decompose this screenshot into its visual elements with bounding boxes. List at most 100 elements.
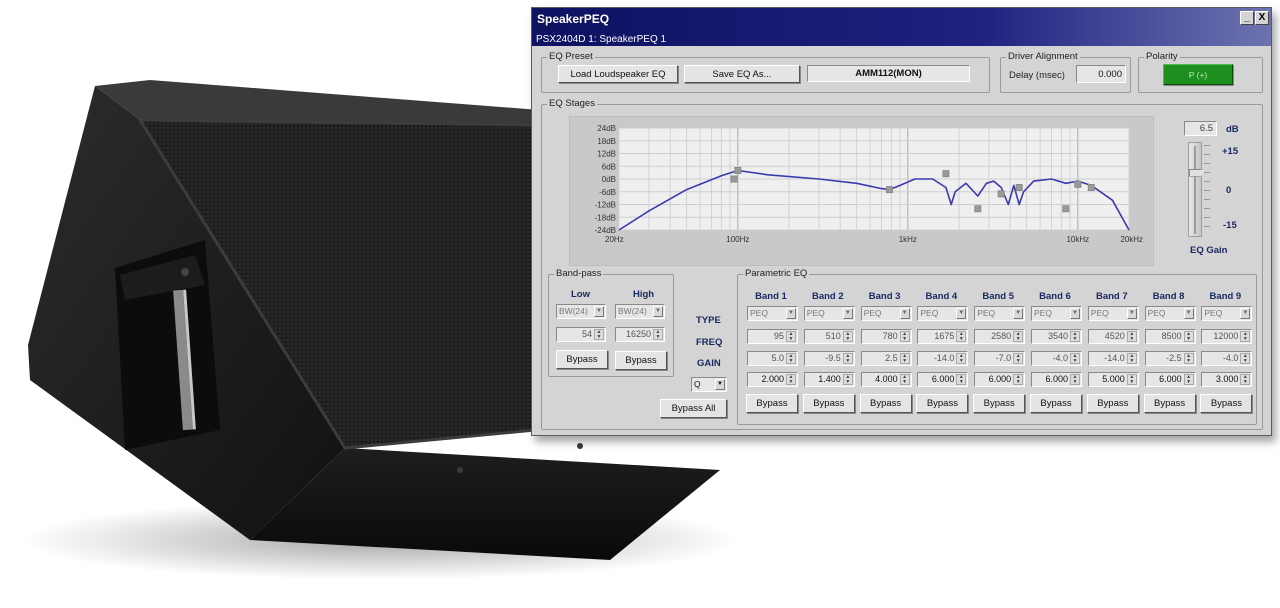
spinner-icon[interactable]: ▲ ▼ [786, 353, 796, 364]
band-q-input[interactable]: 4.000 ▲ ▼ [860, 372, 912, 387]
band-q-input[interactable]: 6.000 ▲ ▼ [1144, 372, 1196, 387]
chevron-down-icon[interactable]: ▼ [1070, 308, 1080, 319]
band-bypass-button[interactable]: Bypass [916, 394, 969, 413]
band-frequency-input[interactable]: 1675 ▲ ▼ [917, 329, 969, 344]
band-gain-input[interactable]: 5.0 ▲ ▼ [747, 351, 798, 366]
band-bypass-button[interactable]: Bypass [1200, 394, 1253, 413]
chevron-down-icon[interactable]: ▼ [899, 308, 910, 319]
band-frequency-input[interactable]: 3540 ▲ ▼ [1031, 329, 1082, 344]
band-gain-input[interactable]: -4.0 ▲ ▼ [1201, 351, 1253, 366]
band-q-input[interactable]: 5.000 ▲ ▼ [1087, 372, 1139, 387]
high-frequency-input[interactable]: 16250 ▲ ▼ [615, 327, 665, 342]
band-bypass-button[interactable]: Bypass [746, 394, 798, 413]
band-gain-input[interactable]: -14.0 ▲ ▼ [917, 351, 969, 366]
spinner-icon[interactable]: ▲ ▼ [1183, 374, 1194, 385]
band-frequency-input[interactable]: 12000 ▲ ▼ [1201, 329, 1253, 344]
spinner-icon[interactable]: ▲ ▼ [899, 374, 910, 385]
spinner-icon[interactable]: ▲ ▼ [786, 331, 796, 342]
chevron-down-icon[interactable]: ▼ [715, 379, 725, 390]
spinner-icon[interactable]: ▲ ▼ [653, 329, 663, 340]
band-frequency-input[interactable]: 510 ▲ ▼ [803, 329, 855, 344]
band-type-select[interactable]: PEQ ▼ [1201, 306, 1253, 321]
polarity-toggle[interactable]: P (+) [1163, 64, 1233, 85]
spinner-icon[interactable]: ▲ ▼ [899, 331, 910, 342]
spinner-icon[interactable]: ▲ ▼ [1126, 374, 1137, 385]
chevron-down-icon[interactable]: ▼ [956, 308, 967, 319]
delay-input[interactable]: 0.000 [1076, 65, 1126, 83]
chevron-down-icon[interactable]: ▼ [1013, 308, 1024, 319]
spinner-icon[interactable]: ▲ ▼ [1070, 353, 1080, 364]
low-filter-type-select[interactable]: BW(24) ▼ [556, 304, 606, 319]
band-gain-input[interactable]: -2.5 ▲ ▼ [1144, 351, 1196, 366]
band-gain-input[interactable]: -4.0 ▲ ▼ [1031, 351, 1082, 366]
band-q-input[interactable]: 6.000 ▲ ▼ [917, 372, 969, 387]
title-bar[interactable]: SpeakerPEQ PSX2404D 1: SpeakerPEQ 1 _ X [532, 8, 1271, 46]
band-bypass-button[interactable]: Bypass [1030, 394, 1082, 413]
bypass-all-button[interactable]: Bypass All [660, 399, 727, 418]
low-frequency-input[interactable]: 54 ▲ ▼ [556, 327, 606, 342]
spinner-icon[interactable]: ▲ ▼ [1013, 374, 1024, 385]
spinner-icon[interactable]: ▲ ▼ [842, 353, 853, 364]
band-bypass-button[interactable]: Bypass [1086, 394, 1139, 413]
spinner-icon[interactable]: ▲ ▼ [1126, 353, 1137, 364]
save-eq-as-button[interactable]: Save EQ As... [684, 65, 800, 83]
spinner-icon[interactable]: ▲ ▼ [1183, 331, 1194, 342]
spinner-icon[interactable]: ▲ ▼ [1183, 353, 1194, 364]
band-q-input[interactable]: 6.000 ▲ ▼ [1031, 372, 1082, 387]
chevron-down-icon[interactable]: ▼ [1126, 308, 1137, 319]
spinner-icon[interactable]: ▲ ▼ [1070, 331, 1080, 342]
chevron-down-icon[interactable]: ▼ [594, 306, 604, 317]
band-frequency-input[interactable]: 95 ▲ ▼ [747, 329, 798, 344]
spinner-icon[interactable]: ▲ ▼ [1240, 374, 1251, 385]
spinner-icon[interactable]: ▲ ▼ [956, 331, 967, 342]
band-q-input[interactable]: 6.000 ▲ ▼ [974, 372, 1026, 387]
band-gain-input[interactable]: -14.0 ▲ ▼ [1087, 351, 1139, 366]
band-type-select[interactable]: PEQ ▼ [917, 306, 969, 321]
band-type-select[interactable]: PEQ ▼ [974, 306, 1026, 321]
spinner-icon[interactable]: ▲ ▼ [842, 331, 853, 342]
chevron-down-icon[interactable]: ▼ [842, 308, 853, 319]
spinner-icon[interactable]: ▲ ▼ [594, 329, 604, 340]
spinner-icon[interactable]: ▲ ▼ [956, 353, 967, 364]
chevron-down-icon[interactable]: ▼ [1240, 308, 1251, 319]
band-q-input[interactable]: 2.000 ▲ ▼ [747, 372, 798, 387]
load-loudspeaker-eq-button[interactable]: Load Loudspeaker EQ [558, 65, 678, 83]
band-bypass-button[interactable]: Bypass [802, 394, 855, 413]
band-gain-input[interactable]: -7.0 ▲ ▼ [974, 351, 1026, 366]
eq-response-graph[interactable]: 24dB 18dB 12dB 6dB 0dB -6dB -12dB -18dB -24dB20H… [569, 116, 1154, 266]
spinner-icon[interactable]: ▲ ▼ [899, 353, 910, 364]
band-q-input[interactable]: 1.400 ▲ ▼ [803, 372, 855, 387]
band-gain-input[interactable]: -9.5 ▲ ▼ [803, 351, 855, 366]
spinner-icon[interactable]: ▲ ▼ [1070, 374, 1080, 385]
band-frequency-input[interactable]: 2580 ▲ ▼ [974, 329, 1026, 344]
spinner-icon[interactable]: ▲ ▼ [956, 374, 967, 385]
spinner-icon[interactable]: ▲ ▼ [1126, 331, 1137, 342]
band-bypass-button[interactable]: Bypass [973, 394, 1026, 413]
close-button[interactable]: X [1255, 11, 1269, 25]
low-bypass-button[interactable]: Bypass [556, 350, 608, 369]
spinner-icon[interactable]: ▲ ▼ [1013, 353, 1024, 364]
band-type-select[interactable]: PEQ ▼ [747, 306, 798, 321]
chevron-down-icon[interactable]: ▼ [653, 306, 663, 317]
minimize-button[interactable]: _ [1240, 11, 1254, 25]
spinner-icon[interactable]: ▲ ▼ [1240, 353, 1251, 364]
band-type-select[interactable]: PEQ ▼ [1087, 306, 1139, 321]
chevron-down-icon[interactable]: ▼ [1183, 308, 1194, 319]
q-mode-select[interactable]: Q ▼ [691, 377, 727, 392]
band-frequency-input[interactable]: 8500 ▲ ▼ [1144, 329, 1196, 344]
eq-gain-value[interactable]: 6.5 [1184, 121, 1217, 136]
eq-gain-slider[interactable] [1188, 142, 1205, 237]
band-type-select[interactable]: PEQ ▼ [1031, 306, 1082, 321]
band-frequency-input[interactable]: 780 ▲ ▼ [860, 329, 912, 344]
spinner-icon[interactable]: ▲ ▼ [1240, 331, 1251, 342]
band-q-input[interactable]: 3.000 ▲ ▼ [1201, 372, 1253, 387]
spinner-icon[interactable]: ▲ ▼ [842, 374, 853, 385]
band-type-select[interactable]: PEQ ▼ [803, 306, 855, 321]
high-bypass-button[interactable]: Bypass [615, 351, 667, 370]
spinner-icon[interactable]: ▲ ▼ [786, 374, 796, 385]
band-frequency-input[interactable]: 4520 ▲ ▼ [1087, 329, 1139, 344]
band-type-select[interactable]: PEQ ▼ [1144, 306, 1196, 321]
band-bypass-button[interactable]: Bypass [1143, 394, 1196, 413]
eq-gain-slider-thumb[interactable] [1189, 168, 1205, 177]
chevron-down-icon[interactable]: ▼ [786, 308, 796, 319]
